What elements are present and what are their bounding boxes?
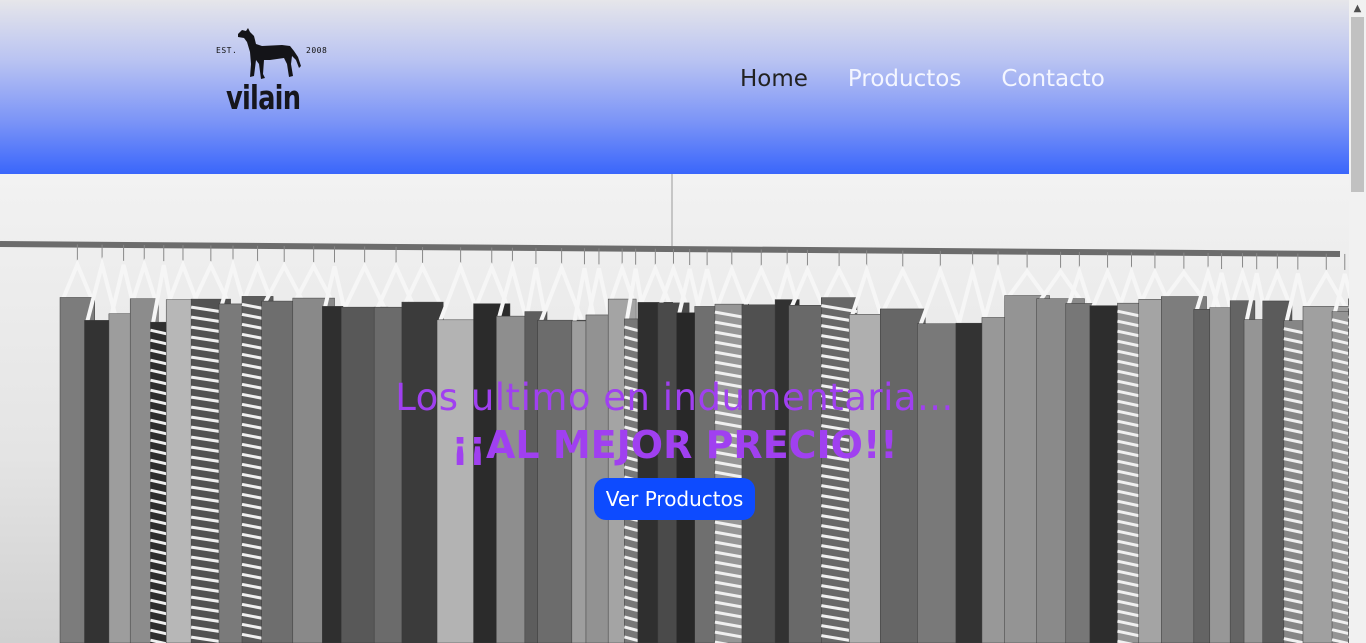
- hero-text: Los ultimo en indumentaria... ¡¡AL MEJOR…: [0, 376, 1349, 520]
- vertical-scrollbar[interactable]: ▲: [1349, 0, 1366, 643]
- logo[interactable]: EST. 2008 vilain: [210, 22, 340, 126]
- ver-productos-button[interactable]: Ver Productos: [593, 478, 756, 520]
- scrollbar-thumb[interactable]: [1351, 17, 1364, 192]
- nav-link-contacto[interactable]: Contacto: [1001, 66, 1105, 92]
- hero-subline: ¡¡AL MEJOR PRECIO!!: [451, 423, 898, 467]
- main-nav: Home Productos Contacto: [740, 66, 1145, 92]
- page: EST. 2008 vilain Home Productos Contacto…: [0, 0, 1349, 643]
- hero-section: Los ultimo en indumentaria... ¡¡AL MEJOR…: [0, 174, 1349, 643]
- scroll-up-arrow-icon[interactable]: ▲: [1349, 0, 1366, 17]
- site-header: EST. 2008 vilain Home Productos Contacto: [0, 0, 1349, 174]
- dog-silhouette-icon: [238, 28, 301, 79]
- nav-link-productos[interactable]: Productos: [848, 66, 961, 92]
- hero-headline: Los ultimo en indumentaria...: [395, 376, 954, 419]
- nav-link-home[interactable]: Home: [740, 66, 808, 92]
- logo-year-text: 2008: [306, 46, 328, 55]
- logo-brand-text: vilain: [226, 78, 301, 117]
